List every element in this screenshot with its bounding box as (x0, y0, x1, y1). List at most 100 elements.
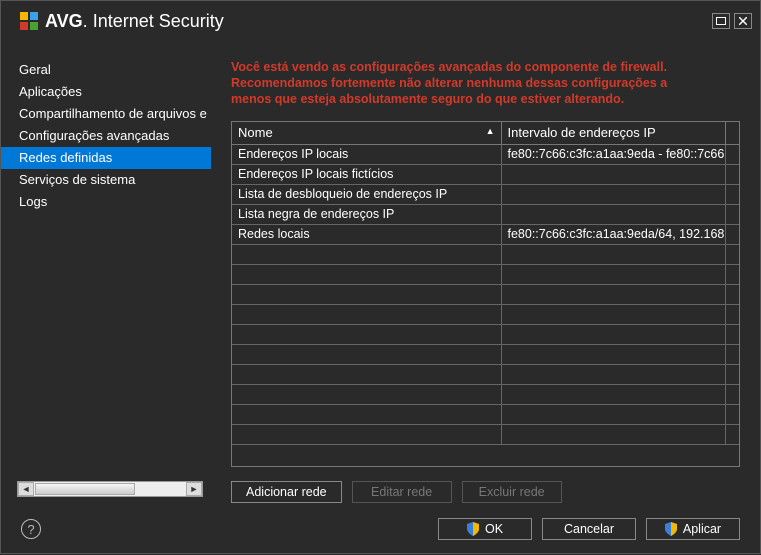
cell-name (232, 364, 501, 384)
cell-name (232, 344, 501, 364)
sidebar-horizontal-scrollbar[interactable]: ◄ ► (17, 481, 203, 497)
sidebar-item[interactable]: Logs (1, 191, 211, 213)
help-button[interactable]: ? (21, 519, 41, 539)
cell-range (501, 364, 725, 384)
table-action-buttons: Adicionar rede Editar rede Excluir rede (231, 481, 740, 503)
sidebar: GeralAplicaçõesCompartilhamento de arqui… (1, 41, 211, 503)
table-row (232, 304, 739, 324)
window-controls (712, 13, 752, 29)
cell-spacer (725, 344, 739, 364)
cell-range (501, 204, 725, 224)
cell-spacer (725, 224, 739, 244)
table-row (232, 424, 739, 444)
apply-button-label: Aplicar (683, 522, 721, 536)
sidebar-item[interactable]: Compartilhamento de arquivos e impressor… (1, 103, 211, 125)
add-network-button[interactable]: Adicionar rede (231, 481, 342, 503)
cell-spacer (725, 404, 739, 424)
delete-network-button: Excluir rede (462, 481, 562, 503)
titlebar: AVG. Internet Security (1, 1, 760, 41)
cell-spacer (725, 204, 739, 224)
cell-name (232, 324, 501, 344)
cell-spacer (725, 264, 739, 284)
cell-name (232, 384, 501, 404)
table-row[interactable]: Lista negra de endereços IP (232, 204, 739, 224)
cell-range (501, 404, 725, 424)
scroll-right-button[interactable]: ► (186, 482, 202, 496)
edit-network-button: Editar rede (352, 481, 452, 503)
table-row[interactable]: Endereços IP locaisfe80::7c66:c3fc:a1aa:… (232, 144, 739, 164)
sidebar-item[interactable]: Redes definidas (1, 147, 211, 169)
cell-range (501, 324, 725, 344)
sort-ascending-icon: ▲ (486, 126, 495, 136)
main-panel: Você está vendo as configurações avançad… (211, 41, 760, 503)
shield-icon (665, 522, 677, 536)
cell-name (232, 424, 501, 444)
cell-range: fe80::7c66:c3fc:a1aa:9eda/64, 192.168.18 (501, 224, 725, 244)
column-header-name[interactable]: Nome ▲ (232, 122, 501, 144)
apply-button[interactable]: Aplicar (646, 518, 740, 540)
cell-spacer (725, 424, 739, 444)
cell-name: Lista negra de endereços IP (232, 204, 501, 224)
cell-spacer (725, 284, 739, 304)
app-logo: AVG. Internet Security (19, 11, 224, 32)
cell-range (501, 284, 725, 304)
cell-name (232, 284, 501, 304)
cell-name (232, 304, 501, 324)
table-row (232, 284, 739, 304)
cell-spacer (725, 184, 739, 204)
scroll-left-button[interactable]: ◄ (18, 482, 34, 496)
table-row[interactable]: Endereços IP locais fictícios (232, 164, 739, 184)
cell-range (501, 244, 725, 264)
cell-name: Redes locais (232, 224, 501, 244)
avg-logo-icon (19, 11, 39, 31)
bottom-bar: ? OK Cancelar Aplicar (1, 503, 760, 555)
shield-icon (467, 522, 479, 536)
cell-spacer (725, 364, 739, 384)
ok-button[interactable]: OK (438, 518, 532, 540)
close-button[interactable] (734, 13, 752, 29)
sidebar-item[interactable]: Serviços de sistema (1, 169, 211, 191)
scroll-thumb[interactable] (35, 483, 135, 495)
cell-spacer (725, 324, 739, 344)
cell-spacer (725, 164, 739, 184)
cell-name (232, 244, 501, 264)
cell-range (501, 424, 725, 444)
cell-range (501, 264, 725, 284)
app-title: AVG. Internet Security (45, 11, 224, 32)
sidebar-item[interactable]: Aplicações (1, 81, 211, 103)
cell-spacer (725, 244, 739, 264)
cell-range: fe80::7c66:c3fc:a1aa:9eda - fe80::7c66:c… (501, 144, 725, 164)
cell-spacer (725, 144, 739, 164)
cell-range (501, 164, 725, 184)
table-row[interactable]: Lista de desbloqueio de endereços IP (232, 184, 739, 204)
cell-spacer (725, 384, 739, 404)
maximize-button[interactable] (712, 13, 730, 29)
cancel-button[interactable]: Cancelar (542, 518, 636, 540)
cell-name: Endereços IP locais (232, 144, 501, 164)
table-row (232, 264, 739, 284)
firewall-warning-text: Você está vendo as configurações avançad… (231, 59, 740, 107)
sidebar-item[interactable]: Configurações avançadas (1, 125, 211, 147)
table-row (232, 344, 739, 364)
cell-spacer (725, 304, 739, 324)
table-row (232, 364, 739, 384)
warning-line: Você está vendo as configurações avançad… (231, 59, 740, 75)
column-header-spacer (725, 122, 739, 144)
cell-name: Endereços IP locais fictícios (232, 164, 501, 184)
column-header-name-label: Nome (238, 125, 273, 140)
cell-name (232, 404, 501, 424)
table-row (232, 324, 739, 344)
ok-button-label: OK (485, 522, 503, 536)
column-header-range[interactable]: Intervalo de endereços IP (501, 122, 725, 144)
warning-line: menos que esteja absolutamente seguro do… (231, 91, 740, 107)
cell-range (501, 304, 725, 324)
table-row (232, 244, 739, 264)
table-row[interactable]: Redes locaisfe80::7c66:c3fc:a1aa:9eda/64… (232, 224, 739, 244)
networks-table: Nome ▲ Intervalo de endereços IP Endereç… (231, 121, 740, 467)
warning-line: Recomendamos fortemente não alterar nenh… (231, 75, 740, 91)
cell-range (501, 184, 725, 204)
app-title-product: Internet Security (93, 11, 224, 31)
sidebar-item[interactable]: Geral (1, 59, 211, 81)
cell-range (501, 384, 725, 404)
cell-name (232, 264, 501, 284)
